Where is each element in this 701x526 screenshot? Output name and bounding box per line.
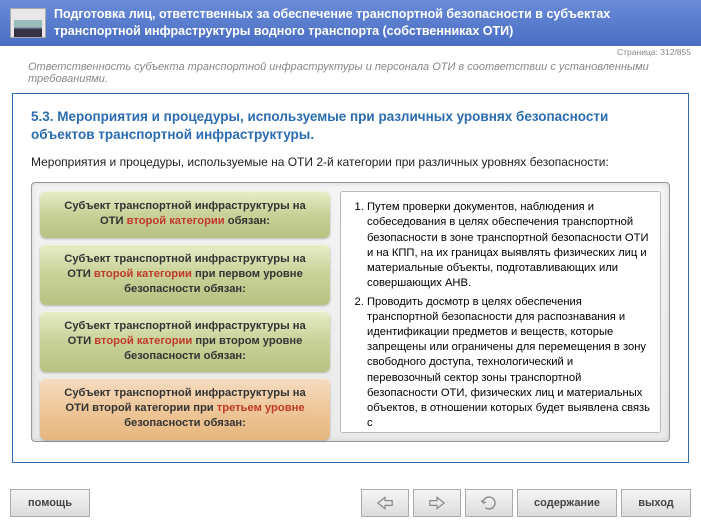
list-item: Проводить досмотр в целях обеспечения тр… — [367, 295, 650, 431]
contents-label: содержание — [534, 497, 600, 509]
tab-highlight: третьем уровне — [217, 402, 305, 414]
help-label: помощь — [28, 497, 72, 509]
course-title: Подготовка лиц, ответственных за обеспеч… — [54, 6, 691, 40]
tab-level-3[interactable]: Субъект транспортной инфраструктуры на О… — [40, 378, 330, 439]
tab-highlight: второй категории — [94, 268, 192, 280]
tabs-column: Субъект транспортной инфраструктуры на О… — [40, 191, 330, 433]
exit-button[interactable]: выход — [621, 489, 691, 517]
page-indicator: Страница: 312/855 — [0, 46, 701, 57]
contents-button[interactable]: содержание — [517, 489, 617, 517]
header-bar: Подготовка лиц, ответственных за обеспеч… — [0, 0, 701, 46]
prev-button[interactable] — [361, 489, 409, 517]
tab-text: обязан: — [225, 215, 270, 227]
section-title: 5.3. Мероприятия и процедуры, используем… — [31, 108, 670, 144]
tab-level-1[interactable]: Субъект транспортной инфраструктуры на О… — [40, 244, 330, 305]
help-button[interactable]: помощь — [10, 489, 90, 517]
tab-category-general[interactable]: Субъект транспортной инфраструктуры на О… — [40, 191, 330, 237]
arrow-right-icon — [427, 495, 447, 511]
next-button[interactable] — [413, 489, 461, 517]
content-frame: 5.3. Мероприятия и процедуры, используем… — [12, 93, 689, 463]
arrow-left-icon — [375, 495, 395, 511]
tab-highlight: второй категории — [127, 215, 225, 227]
reload-button[interactable] — [465, 489, 513, 517]
subtitle-text: Ответственность субъекта транспортной ин… — [0, 57, 701, 93]
content-panel: Субъект транспортной инфраструктуры на О… — [31, 182, 670, 442]
intro-text: Мероприятия и процедуры, используемые на… — [31, 154, 670, 170]
tab-text: безопасности обязан: — [124, 417, 246, 429]
detail-panel[interactable]: Путем проверки документов, наблюдения и … — [340, 191, 661, 433]
tab-highlight: второй категории — [94, 335, 192, 347]
course-thumbnail — [10, 8, 46, 38]
reload-icon — [480, 494, 498, 512]
tab-level-2[interactable]: Субъект транспортной инфраструктуры на О… — [40, 311, 330, 372]
obligations-list: Путем проверки документов, наблюдения и … — [347, 200, 650, 431]
list-item: Путем проверки документов, наблюдения и … — [367, 200, 650, 291]
footer-bar: помощь содержание выход — [0, 486, 701, 526]
exit-label: выход — [638, 497, 674, 509]
